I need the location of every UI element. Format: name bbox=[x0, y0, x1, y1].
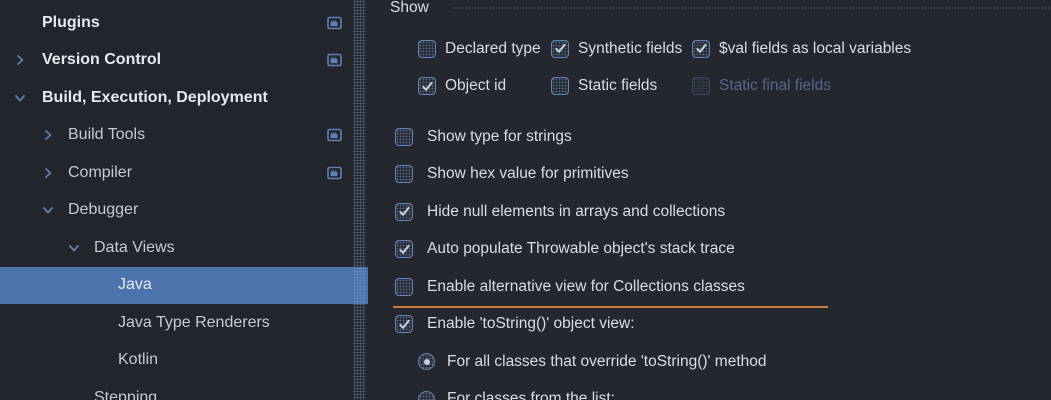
option-object-id[interactable]: Object id bbox=[418, 77, 551, 95]
sidebar-item-build-execution-deployment[interactable]: Build, Execution, Deployment bbox=[0, 79, 368, 117]
group-separator-line bbox=[453, 7, 1051, 9]
option-label: Hide null elements in arrays and collect… bbox=[427, 203, 725, 221]
radio-classes-from-list[interactable]: For classes from the list: bbox=[418, 381, 1051, 400]
option-hide-null-elements[interactable]: Hide null elements in arrays and collect… bbox=[395, 193, 1051, 231]
sidebar-item-java-selected[interactable]: Java bbox=[0, 267, 368, 305]
option-label: Enable alternative view for Collections … bbox=[427, 278, 745, 296]
sidebar-item-plugins[interactable]: Plugins bbox=[0, 4, 368, 42]
sidebar-item-compiler[interactable]: Compiler bbox=[0, 154, 368, 192]
sidebar-item-data-views[interactable]: Data Views bbox=[0, 229, 368, 267]
chevron-down-icon[interactable] bbox=[68, 242, 94, 254]
option-enable-tostring-view[interactable]: Enable 'toString()' object view: bbox=[395, 306, 1051, 344]
option-show-type-for-strings[interactable]: Show type for strings bbox=[395, 118, 1051, 156]
option-declared-type[interactable]: Declared type bbox=[418, 40, 551, 58]
checkbox-checked-icon[interactable] bbox=[395, 203, 413, 221]
configurable-window-icon bbox=[326, 165, 343, 181]
checkbox-disabled-icon bbox=[692, 77, 710, 95]
option-show-hex-value[interactable]: Show hex value for primitives bbox=[395, 156, 1051, 194]
configurable-window-icon bbox=[326, 15, 343, 31]
sidebar-item-label: Version Control bbox=[42, 51, 161, 69]
checkbox-checked-icon[interactable] bbox=[551, 40, 569, 58]
sidebar-item-build-tools[interactable]: Build Tools bbox=[0, 117, 368, 155]
checkbox-checked-icon[interactable] bbox=[395, 240, 413, 258]
option-label: Synthetic fields bbox=[578, 40, 682, 58]
sidebar-item-debugger[interactable]: Debugger bbox=[0, 192, 368, 230]
settings-content-panel: Show Declared type Synthetic fields $val… bbox=[368, 0, 1051, 400]
sidebar-item-java-type-renderers[interactable]: Java Type Renderers bbox=[0, 304, 368, 342]
sidebar-item-stepping[interactable]: Stepping bbox=[0, 379, 368, 400]
grid-row: Declared type Synthetic fields $val fiel… bbox=[418, 30, 1051, 68]
show-options-grid: Declared type Synthetic fields $val fiel… bbox=[418, 30, 1051, 105]
option-auto-populate-stack-trace[interactable]: Auto populate Throwable object's stack t… bbox=[395, 231, 1051, 269]
sidebar-item-label: Stepping bbox=[94, 389, 157, 400]
grid-row: Object id Static fields Static final fie… bbox=[418, 68, 1051, 106]
option-label: Show hex value for primitives bbox=[427, 165, 629, 183]
settings-window: Plugins Version Control Build, Execution… bbox=[0, 0, 1051, 400]
configurable-window-icon bbox=[326, 52, 343, 68]
sidebar-item-kotlin[interactable]: Kotlin bbox=[0, 342, 368, 380]
sidebar-item-label: Build Tools bbox=[68, 126, 145, 144]
option-label: Enable 'toString()' object view: bbox=[427, 315, 635, 333]
chevron-right-icon[interactable] bbox=[42, 167, 68, 179]
option-label: Static final fields bbox=[719, 77, 831, 95]
sidebar-item-label: Kotlin bbox=[118, 351, 158, 369]
chevron-right-icon[interactable] bbox=[14, 54, 42, 66]
radio-all-classes-override[interactable]: For all classes that override 'toString(… bbox=[418, 343, 1051, 381]
option-static-final-fields-disabled: Static final fields bbox=[692, 77, 1051, 95]
sidebar-item-label: Debugger bbox=[68, 201, 138, 219]
option-label: For classes from the list: bbox=[447, 390, 615, 400]
sidebar-item-label: Build, Execution, Deployment bbox=[42, 89, 268, 107]
option-label: Show type for strings bbox=[427, 128, 572, 146]
checkbox-checked-icon[interactable] bbox=[395, 315, 413, 333]
tostring-radio-group: For all classes that override 'toString(… bbox=[418, 343, 1051, 400]
option-static-fields[interactable]: Static fields bbox=[551, 77, 692, 95]
checkbox-unchecked-icon[interactable] bbox=[418, 40, 436, 58]
option-label: Auto populate Throwable object's stack t… bbox=[427, 240, 735, 258]
radio-unselected-icon[interactable] bbox=[418, 391, 435, 400]
group-title: Show bbox=[390, 0, 429, 17]
option-label: Object id bbox=[445, 77, 506, 95]
checkbox-unchecked-icon[interactable] bbox=[395, 165, 413, 183]
option-synthetic-fields[interactable]: Synthetic fields bbox=[551, 40, 692, 58]
sidebar-scrollbar[interactable] bbox=[353, 0, 366, 400]
option-enable-alternative-view[interactable]: Enable alternative view for Collections … bbox=[395, 268, 1051, 306]
debugger-options-list: Show type for strings Show hex value for… bbox=[395, 118, 1051, 343]
option-label: Static fields bbox=[578, 77, 657, 95]
sidebar-item-label: Plugins bbox=[42, 14, 100, 32]
chevron-down-icon[interactable] bbox=[14, 92, 42, 104]
radio-dot bbox=[424, 359, 430, 365]
sidebar-item-version-control[interactable]: Version Control bbox=[0, 42, 368, 80]
radio-selected-icon[interactable] bbox=[418, 353, 435, 370]
show-group-header: Show bbox=[390, 0, 1051, 17]
sidebar-item-label: Data Views bbox=[94, 239, 175, 257]
chevron-right-icon[interactable] bbox=[42, 129, 68, 141]
option-label: For all classes that override 'toString(… bbox=[447, 353, 767, 371]
option-label: Declared type bbox=[445, 40, 541, 58]
option-val-fields-local-variables[interactable]: $val fields as local variables bbox=[692, 40, 1051, 58]
settings-tree-sidebar: Plugins Version Control Build, Execution… bbox=[0, 0, 368, 400]
checkbox-unchecked-icon[interactable] bbox=[395, 128, 413, 146]
checkbox-checked-icon[interactable] bbox=[418, 77, 436, 95]
checkbox-unchecked-icon[interactable] bbox=[395, 278, 413, 296]
option-label: $val fields as local variables bbox=[719, 40, 911, 58]
configurable-window-icon bbox=[326, 127, 343, 143]
sidebar-item-label: Java bbox=[118, 276, 152, 294]
chevron-down-icon[interactable] bbox=[42, 204, 68, 216]
checkbox-checked-icon[interactable] bbox=[692, 40, 710, 58]
checkbox-unchecked-icon[interactable] bbox=[551, 77, 569, 95]
sidebar-item-label: Compiler bbox=[68, 164, 132, 182]
sidebar-item-label: Java Type Renderers bbox=[118, 314, 270, 332]
